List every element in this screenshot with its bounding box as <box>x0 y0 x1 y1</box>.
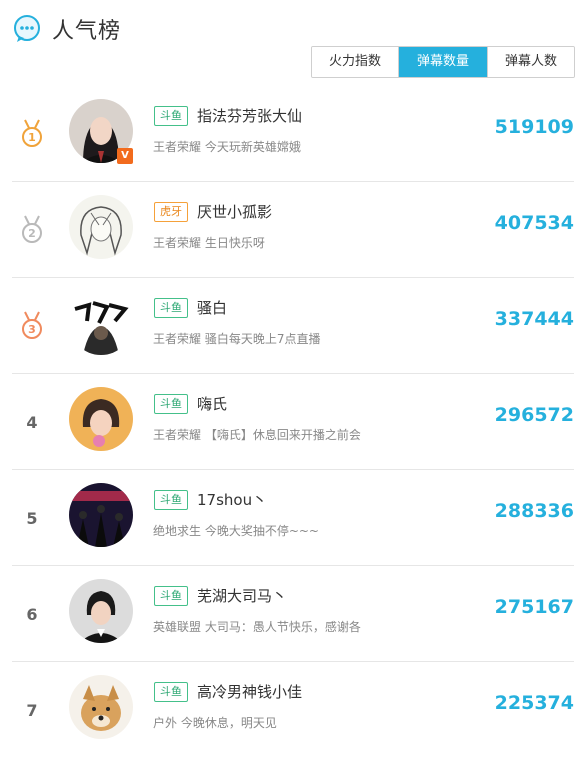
avatar[interactable] <box>69 483 133 547</box>
streamer-name[interactable]: 嗨氏 <box>197 393 227 414</box>
list-item[interactable]: 2 虎牙 厌世小孤影 王者荣耀 生日快乐呀 407534 <box>12 182 574 278</box>
danmaku-count: 275167 <box>494 596 574 618</box>
rank-number: 6 <box>26 604 38 624</box>
rank-number: 7 <box>26 700 38 720</box>
streamer-name[interactable]: 高冷男神钱小佳 <box>197 681 302 702</box>
svg-text:2: 2 <box>28 227 36 240</box>
avatar[interactable] <box>69 291 133 355</box>
stream-description: 王者荣耀 【嗨氏】休息回来开播之前会 <box>153 428 361 442</box>
header: 人气榜 <box>12 12 121 46</box>
tab-danmaku-users[interactable]: 弹幕人数 <box>488 47 574 77</box>
rank-medal: 1 <box>12 114 52 154</box>
rank-medal: 3 <box>12 306 52 346</box>
avatar[interactable] <box>69 195 133 259</box>
chat-bubble-icon <box>14 15 40 42</box>
avatar[interactable] <box>69 387 133 451</box>
ranking-tabs: 火力指数 弹幕数量 弹幕人数 <box>311 46 575 78</box>
platform-tag: 斗鱼 <box>154 490 188 510</box>
stream-description: 王者荣耀 骚白每天晚上7点直播 <box>153 332 321 346</box>
rank-number: 4 <box>26 412 38 432</box>
danmaku-count: 288336 <box>494 500 574 522</box>
gold-medal-icon: 1 <box>22 119 42 147</box>
rank-number: 5 <box>26 508 38 528</box>
stream-description: 王者荣耀 今天玩新英雄嫦娥 <box>153 140 301 154</box>
platform-tag: 斗鱼 <box>154 394 188 414</box>
svg-text:3: 3 <box>28 323 36 336</box>
streamer-name[interactable]: 芜湖大司马丶 <box>197 585 287 606</box>
danmaku-count: 337444 <box>494 308 574 330</box>
danmaku-count: 225374 <box>494 692 574 714</box>
platform-tag: 斗鱼 <box>154 682 188 702</box>
list-item[interactable]: 4 斗鱼 嗨氏 王者荣耀 【嗨氏】休息回来开播之前会 296572 <box>12 374 574 470</box>
streamer-name[interactable]: 指法芬芳张大仙 <box>197 105 302 126</box>
streamer-name[interactable]: 骚白 <box>197 297 227 318</box>
silver-medal-icon: 2 <box>22 215 42 243</box>
list-item[interactable]: 1 V 斗鱼 指法芬芳张大仙 王者荣耀 今天玩新英雄嫦娥 519109 <box>12 86 574 182</box>
rank-medal: 2 <box>12 210 52 250</box>
list-item[interactable]: 3 斗鱼 骚白 王者荣耀 骚白每天晚上7点直播 337444 <box>12 278 574 374</box>
page-title: 人气榜 <box>52 19 122 44</box>
platform-tag: 斗鱼 <box>154 586 188 606</box>
avatar[interactable] <box>69 579 133 643</box>
stream-description: 英雄联盟 大司马：愚人节快乐，感谢各 <box>153 620 361 634</box>
platform-tag: 斗鱼 <box>154 298 188 318</box>
avatar[interactable] <box>69 675 133 739</box>
bronze-medal-icon: 3 <box>22 311 42 339</box>
platform-tag: 斗鱼 <box>154 106 188 126</box>
stream-description: 绝地求生 今晚大奖抽不停~~~ <box>153 524 319 538</box>
list-item[interactable]: 6 斗鱼 芜湖大司马丶 英雄联盟 大司马：愚人节快乐，感谢各 275167 <box>12 566 574 662</box>
stream-description: 户外 今晚休息，明天见 <box>153 716 277 730</box>
danmaku-count: 296572 <box>494 404 574 426</box>
list-item[interactable]: 5 斗鱼 17shou丶 绝地求生 今晚大奖抽不停~~~ 288336 <box>12 470 574 566</box>
stream-description: 王者荣耀 生日快乐呀 <box>153 236 265 250</box>
list-item[interactable]: 7 斗鱼 高冷男神钱小佳 户外 今晚休息，明天见 225374 <box>12 662 574 757</box>
ranking-list: 1 V 斗鱼 指法芬芳张大仙 王者荣耀 今天玩新英雄嫦娥 519109 2 虎牙… <box>12 86 574 757</box>
streamer-name[interactable]: 17shou丶 <box>197 489 267 510</box>
streamer-name[interactable]: 厌世小孤影 <box>197 201 272 222</box>
svg-text:1: 1 <box>28 131 36 144</box>
danmaku-count: 407534 <box>494 212 574 234</box>
verified-badge: V <box>117 148 133 164</box>
danmaku-count: 519109 <box>494 116 574 138</box>
platform-tag: 虎牙 <box>154 202 188 222</box>
tab-danmaku-count[interactable]: 弹幕数量 <box>399 47 488 77</box>
tab-firepower-index[interactable]: 火力指数 <box>312 47 399 77</box>
